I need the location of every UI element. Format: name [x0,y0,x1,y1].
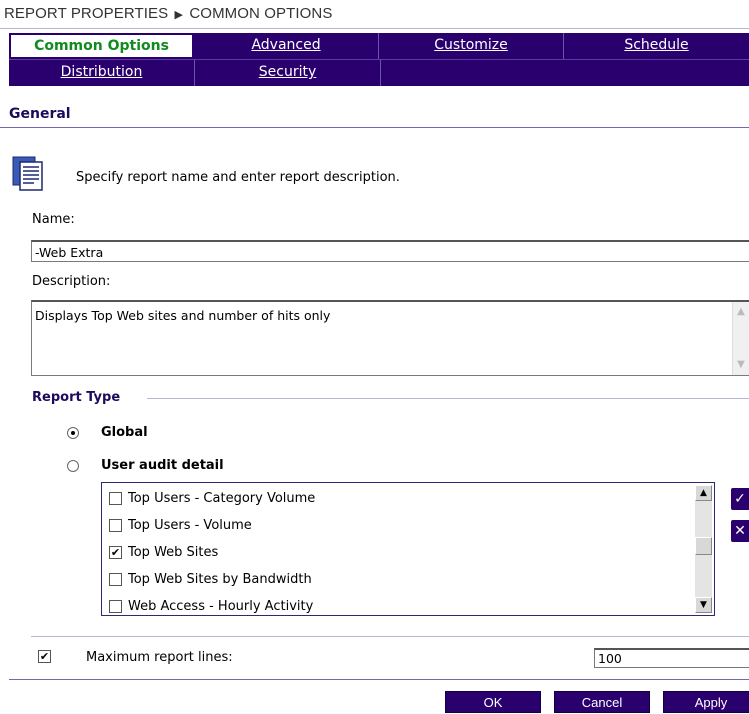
list-item[interactable]: Top Web Sites by Bandwidth [109,572,312,587]
cancel-button[interactable]: Cancel [554,691,650,713]
max-lines-input[interactable]: 100 [594,648,749,668]
list-item[interactable]: Web Access - Hourly Activity [109,599,313,614]
list-item[interactable]: Top Users - Volume [109,518,252,533]
tab-row-1: Common Options Advanced Customize Schedu… [9,33,749,59]
radio-user-audit-row[interactable]: User audit detail [67,458,224,473]
list-item-label: Top Web Sites [128,545,219,560]
tab-schedule[interactable]: Schedule [564,33,749,59]
radio-user-audit-label: User audit detail [101,458,224,473]
breadcrumb-divider [0,28,749,29]
radio-global-label: Global [101,425,148,440]
list-item-label: Top Users - Category Volume [128,491,316,506]
tab-distribution[interactable]: Distribution [9,60,195,86]
list-item[interactable]: Top Users - Category Volume [109,491,315,506]
breadcrumb-part1: REPORT PROPERTIES [4,5,169,22]
report-type-divider [147,398,749,399]
section-divider [0,127,749,128]
intro-text: Specify report name and enter report des… [76,170,400,185]
section-title-general: General [9,106,71,122]
tab-advanced[interactable]: Advanced [194,33,380,59]
description-scrollbar[interactable]: ▲ ▼ [732,302,749,375]
list-item[interactable]: ✔ Top Web Sites [109,545,218,560]
apply-button[interactable]: Apply [663,691,749,713]
radio-user-audit[interactable] [67,459,79,472]
scroll-down-icon[interactable]: ▼ [695,597,712,613]
document-icon [12,156,43,191]
scroll-thumb[interactable] [695,537,712,555]
breadcrumb-part2: COMMON OPTIONS [189,5,333,22]
list-item-label: Top Web Sites by Bandwidth [128,572,312,587]
list-item-checkbox[interactable] [109,573,122,586]
list-item-checkbox[interactable]: ✔ [109,546,122,559]
description-textarea[interactable]: Displays Top Web sites and number of hit… [31,300,749,376]
scroll-up-icon[interactable]: ▲ [733,304,749,320]
checkmark-icon: ✔ [110,546,121,559]
tab-bar: Common Options Advanced Customize Schedu… [9,33,749,86]
listbox-scrollbar[interactable]: ▲ ▼ [695,485,712,613]
list-item-label: Web Access - Hourly Activity [128,599,314,614]
checkmark-icon: ✔ [39,650,50,663]
clear-all-x-icon[interactable]: ✕ [731,520,749,542]
description-text: Displays Top Web sites and number of hit… [35,308,331,323]
ok-button[interactable]: OK [445,691,541,713]
tab-row-filler [381,60,749,86]
list-item-label: Top Users - Volume [128,518,252,533]
scroll-up-icon[interactable]: ▲ [695,485,712,501]
max-lines-label: Maximum report lines: [86,650,233,665]
breadcrumb-separator-icon: ▶ [174,9,184,21]
list-item-checkbox[interactable] [109,519,122,532]
radio-selected-dot [71,430,75,435]
radio-global[interactable] [67,426,79,439]
name-label: Name: [32,212,75,227]
list-item-checkbox[interactable] [109,600,122,613]
max-lines-checkbox[interactable]: ✔ [38,650,51,663]
scroll-down-icon[interactable]: ▼ [733,357,749,373]
tab-customize[interactable]: Customize [379,33,565,59]
tab-security[interactable]: Security [195,60,381,86]
footer-divider [9,679,749,680]
radio-global-row[interactable]: Global [67,425,148,440]
name-input[interactable]: -Web Extra [31,240,749,262]
description-label: Description: [32,274,111,289]
breadcrumb: REPORT PROPERTIES ▶ COMMON OPTIONS [4,5,332,22]
report-type-title: Report Type [32,390,121,405]
list-item-checkbox[interactable] [109,492,122,505]
select-all-check-icon[interactable]: ✓ [731,488,749,510]
tab-row-2: Distribution Security [9,59,749,86]
options-divider [31,636,749,637]
tab-common-options[interactable]: Common Options [9,33,195,59]
report-listbox[interactable]: Top Users - Category Volume Top Users - … [101,482,715,616]
